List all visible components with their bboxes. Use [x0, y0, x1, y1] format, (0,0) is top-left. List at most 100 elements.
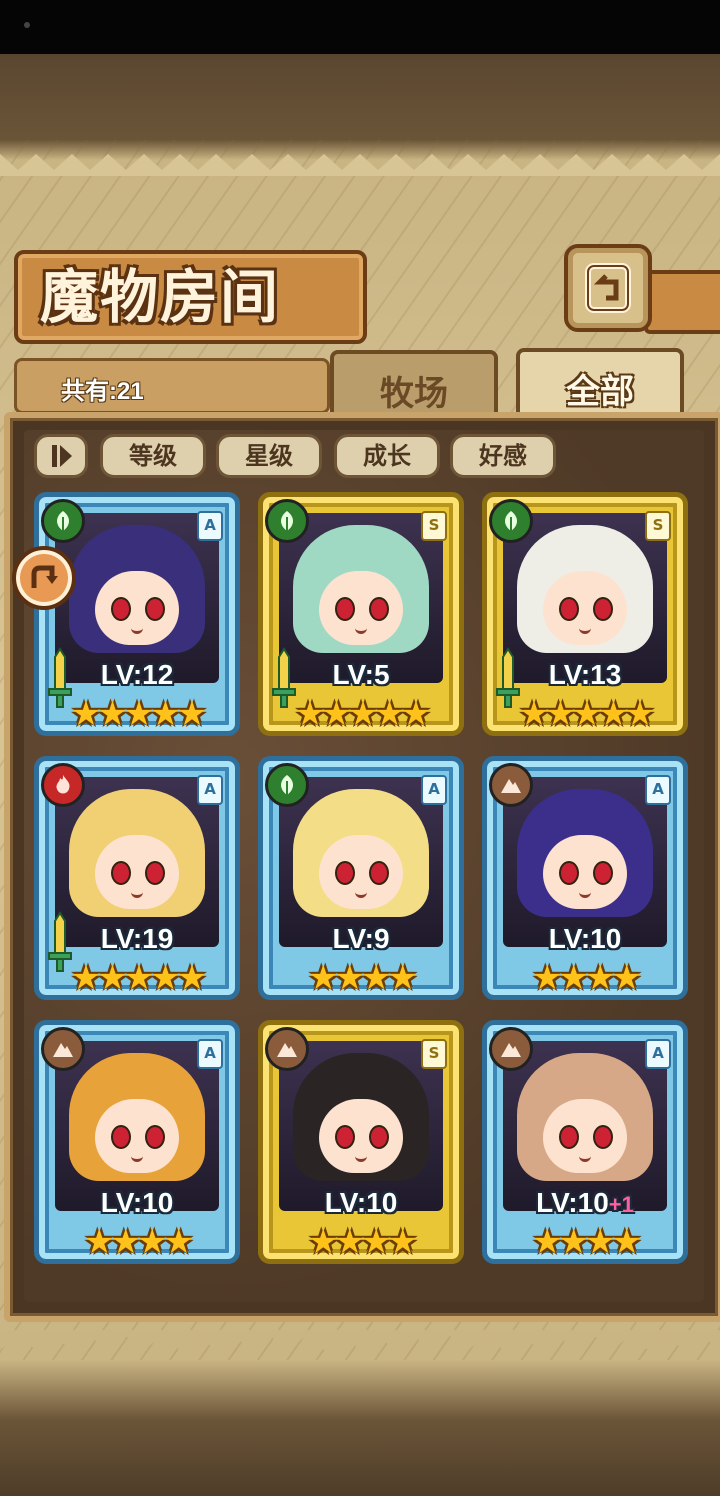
monster-eye [559, 1125, 579, 1149]
back-button-tail [644, 270, 720, 334]
monster-portrait [503, 513, 667, 683]
star-rating: ★★★★★ [70, 958, 207, 998]
rank-badge: A [421, 775, 447, 805]
monster-eye [559, 597, 579, 621]
monster-portrait [503, 1041, 667, 1211]
count-bar: 共有:21 [14, 358, 330, 414]
monster-eye [335, 597, 355, 621]
level-text: LV:10 [536, 1187, 609, 1218]
monster-level: LV:12 [39, 659, 235, 691]
level-text: LV:13 [548, 659, 622, 690]
monster-portrait [55, 777, 219, 947]
team-badge [12, 546, 76, 610]
monster-eye [111, 861, 131, 885]
sort-order-icon [52, 445, 72, 467]
monster-mouth [131, 889, 143, 898]
level-text: LV:10 [548, 923, 622, 954]
monster-face [319, 571, 403, 645]
monster-eye [145, 597, 165, 621]
monster-eye [335, 861, 355, 885]
monster-card[interactable]: A LV:10 ★★★★ [34, 1020, 240, 1264]
monster-eye [145, 861, 165, 885]
sort-star-button[interactable]: 星级 [216, 434, 322, 478]
monster-face [95, 835, 179, 909]
monster-card[interactable]: S LV:10 ★★★★ [258, 1020, 464, 1264]
monster-face [543, 1099, 627, 1173]
rank-badge: S [421, 511, 447, 541]
monster-portrait [279, 777, 443, 947]
rank-badge: A [197, 1039, 223, 1069]
star-rating: ★★★★★ [70, 694, 207, 734]
level-bonus: +1 [608, 1192, 634, 1217]
fire-icon [41, 763, 85, 807]
monster-portrait [279, 1041, 443, 1211]
monster-card[interactable]: A LV:9 ★★★★ [258, 756, 464, 1000]
monster-portrait [279, 513, 443, 683]
status-bar [0, 0, 720, 54]
tab-pasture-label: 牧场 [380, 374, 448, 414]
star-rating: ★★★★ [532, 958, 642, 998]
star-rating: ★★★★ [532, 1222, 642, 1262]
sort-level-button[interactable]: 等级 [100, 434, 206, 478]
rank-badge: A [645, 775, 671, 805]
monster-mouth [131, 625, 143, 634]
paper-edge-bottom [0, 1330, 720, 1350]
page-title: 魔物房间 [40, 263, 281, 331]
monster-mouth [131, 1153, 143, 1162]
monster-eye [369, 597, 389, 621]
monster-portrait [55, 1041, 219, 1211]
level-text: LV:19 [100, 923, 174, 954]
level-text: LV:12 [100, 659, 174, 690]
rank-badge: A [197, 775, 223, 805]
monster-card[interactable]: A LV:19 ★★★★★ [34, 756, 240, 1000]
rank-badge: S [421, 1039, 447, 1069]
monster-face [319, 835, 403, 909]
sort-growth-button[interactable]: 成长 [334, 434, 440, 478]
monster-eye [111, 1125, 131, 1149]
monster-level: LV:10+1 [487, 1187, 683, 1219]
grass-icon [41, 499, 85, 543]
monster-card[interactable]: A LV:10+1 ★★★★ [482, 1020, 688, 1264]
monster-portrait [503, 777, 667, 947]
monster-card[interactable]: S LV:13 ★★★★★ [482, 492, 688, 736]
back-button[interactable] [564, 244, 652, 332]
monster-card[interactable]: A LV:12 ★★★★★ [34, 492, 240, 736]
team-arrow-icon [31, 565, 58, 588]
monster-card[interactable]: A LV:10 ★★★★ [482, 756, 688, 1000]
monster-level: LV:10 [263, 1187, 459, 1219]
level-text: LV:9 [332, 923, 390, 954]
sort-affection-button[interactable]: 好感 [450, 434, 556, 478]
rank-badge: S [645, 511, 671, 541]
monster-face [543, 835, 627, 909]
monster-face [319, 1099, 403, 1173]
monster-eye [111, 597, 131, 621]
sort-order-button[interactable] [34, 434, 88, 478]
monster-eye [559, 861, 579, 885]
star-rating: ★★★★ [84, 1222, 194, 1262]
monster-eye [593, 861, 613, 885]
monster-eye [369, 861, 389, 885]
grass-icon [265, 499, 309, 543]
rank-badge: A [645, 1039, 671, 1069]
monster-card[interactable]: S LV:5 ★★★★★ [258, 492, 464, 736]
monster-level: LV:19 [39, 923, 235, 955]
camera-dot [24, 22, 30, 28]
monster-level: LV:13 [487, 659, 683, 691]
star-rating: ★★★★★ [518, 694, 655, 734]
star-rating: ★★★★★ [294, 694, 431, 734]
monster-mouth [355, 625, 367, 634]
level-text: LV:10 [324, 1187, 398, 1218]
monster-room-screen: 魔物房间 共有:21 牧场 全部 等级 星级 成长 好感 A LV:12 ★★★★★… [0, 0, 720, 1496]
monster-eye [145, 1125, 165, 1149]
monster-level: LV:5 [263, 659, 459, 691]
monster-face [95, 1099, 179, 1173]
return-icon [585, 263, 631, 313]
earth-icon [265, 1027, 309, 1071]
monster-eye [369, 1125, 389, 1149]
monster-mouth [355, 889, 367, 898]
title-plate: 魔物房间 [14, 250, 367, 344]
monster-eye [593, 1125, 613, 1149]
grass-icon [265, 763, 309, 807]
monster-level: LV:9 [263, 923, 459, 955]
tab-all-label: 全部 [566, 372, 634, 412]
